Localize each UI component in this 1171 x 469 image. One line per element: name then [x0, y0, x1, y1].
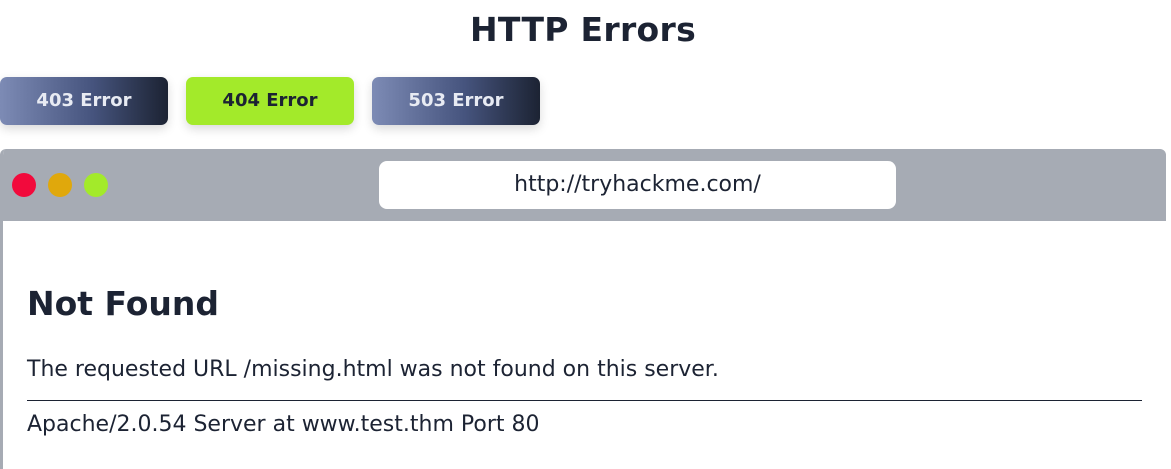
tab-404-error[interactable]: 404 Error	[186, 77, 354, 125]
maximize-dot-icon	[84, 173, 108, 197]
browser-window: http://tryhackme.com/ Not Found The requ…	[0, 149, 1166, 469]
page-title: HTTP Errors	[469, 10, 697, 49]
tab-503-error[interactable]: 503 Error	[372, 77, 540, 125]
browser-toolbar: http://tryhackme.com/	[3, 149, 1166, 221]
divider	[27, 400, 1142, 401]
server-signature: Apache/2.0.54 Server at www.test.thm Por…	[27, 412, 540, 437]
error-message: The requested URL /missing.html was not …	[27, 357, 719, 382]
tab-403-error[interactable]: 403 Error	[0, 77, 168, 125]
address-bar[interactable]: http://tryhackme.com/	[379, 161, 896, 209]
minimize-dot-icon	[48, 173, 72, 197]
error-heading: Not Found	[27, 284, 220, 323]
close-dot-icon	[12, 173, 36, 197]
page: HTTP Errors 403 Error 404 Error 503 Erro…	[0, 0, 1171, 469]
